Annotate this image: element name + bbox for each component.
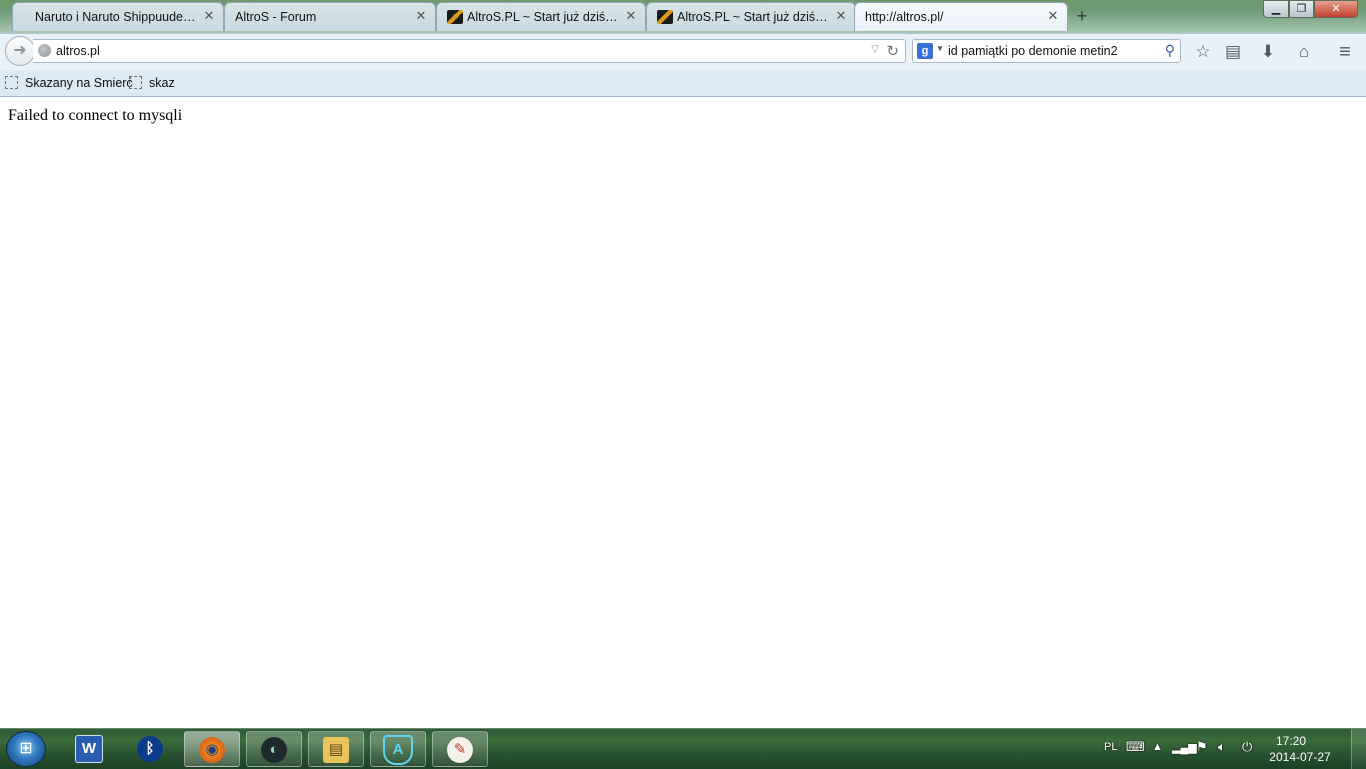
media-player-icon: ◐ xyxy=(261,737,287,764)
bookmark-skazany[interactable]: Skazany na Smierć xyxy=(5,76,133,92)
power-plug-icon[interactable]: ⏻ xyxy=(1242,739,1252,755)
taskbar-shield-button[interactable]: A xyxy=(370,731,426,767)
bluetooth-icon: ᛒ xyxy=(137,736,163,763)
network-signal-icon[interactable]: ▂▄▆ xyxy=(1172,741,1197,754)
taskbar-media-button[interactable]: ◐ xyxy=(246,731,302,767)
navigation-toolbar: ➜ altros.pl ▽ ↻ g ▼ id pamiątki po demon… xyxy=(0,33,1366,70)
engine-dropdown-icon[interactable]: ▼ xyxy=(936,44,944,53)
page-content: Failed to connect to mysqli xyxy=(0,97,1366,728)
tab-naruto[interactable]: Naruto i Naruto Shippuuden - ... ✕ xyxy=(12,2,224,31)
google-search-engine-icon[interactable]: g xyxy=(917,43,933,59)
bookmarks-toolbar: Skazany na Smierć skaz xyxy=(0,70,1366,97)
clock-date[interactable]: 2014-07-27 xyxy=(1260,750,1340,764)
altros-favicon-icon xyxy=(657,10,673,24)
tab-title: http://altros.pl/ xyxy=(865,10,944,24)
back-arrow-icon: ➜ xyxy=(13,42,27,59)
firefox-icon: ◉ xyxy=(199,737,225,764)
close-window-button[interactable]: ✕ xyxy=(1314,0,1358,18)
search-bar[interactable]: g ▼ id pamiątki po demonie metin2 ⚲ xyxy=(912,39,1181,63)
folder-icon: ▤ xyxy=(323,737,349,764)
home-icon[interactable]: ⌂ xyxy=(1293,41,1315,63)
tab-title: AltroS.PL ~ Start już dziś o ... xyxy=(677,10,829,24)
system-tray: PL ⌨ ▲ ▂▄▆ ⚑ 🔈︎ ⏻ 17:20 2014-07-27 xyxy=(1096,729,1366,769)
start-button[interactable]: ⊞ xyxy=(6,731,46,767)
minimize-button[interactable]: ▁ xyxy=(1263,0,1289,18)
tab-altros-start-1[interactable]: AltroS.PL ~ Start już dziś o ... ✕ xyxy=(436,2,646,31)
bookmark-page-icon xyxy=(129,76,142,89)
bookmark-star-icon[interactable]: ☆ xyxy=(1192,41,1214,63)
window-controls: ▁ ❐ ✕ xyxy=(1263,0,1358,18)
windows-logo-icon: ⊞ xyxy=(19,740,33,757)
taskbar-firefox-button[interactable]: ◉ xyxy=(184,731,240,767)
globe-icon xyxy=(38,44,51,57)
tab-title: AltroS - Forum xyxy=(235,10,317,24)
menu-hamburger-icon[interactable]: ≡ xyxy=(1334,41,1356,63)
show-desktop-button[interactable] xyxy=(1351,729,1366,769)
taskbar-explorer-button[interactable]: ▤ xyxy=(308,731,364,767)
bookmark-label: skaz xyxy=(149,76,175,90)
taskbar-bluetooth-button[interactable]: ᛒ xyxy=(122,731,178,767)
back-button[interactable]: ➜ xyxy=(5,36,35,66)
search-magnifier-icon[interactable]: ⚲ xyxy=(1165,42,1175,59)
bookmark-label: Skazany na Smierć xyxy=(25,76,133,90)
bookmark-page-icon xyxy=(5,76,18,89)
tab-strip: Naruto i Naruto Shippuuden - ... ✕ Altro… xyxy=(0,0,1366,33)
address-bar[interactable]: altros.pl ▽ ↻ xyxy=(33,39,906,63)
shield-icon: A xyxy=(383,735,413,766)
altros-favicon-icon xyxy=(447,10,463,24)
reload-icon[interactable]: ↻ xyxy=(886,42,899,60)
clock-time[interactable]: 17:20 xyxy=(1256,734,1326,748)
tab-close-icon[interactable]: ✕ xyxy=(835,9,847,22)
search-input[interactable]: id pamiątki po demonie metin2 xyxy=(948,44,1118,58)
volume-icon[interactable]: 🔈︎ xyxy=(1218,739,1226,755)
language-indicator[interactable]: PL xyxy=(1104,741,1117,753)
tab-title: AltroS.PL ~ Start już dziś o ... xyxy=(467,10,619,24)
keyboard-icon[interactable]: ⌨ xyxy=(1126,739,1145,755)
tab-close-icon[interactable]: ✕ xyxy=(415,9,427,22)
history-dropdown-icon[interactable]: ▽ xyxy=(871,44,879,55)
bookmarks-menu-icon[interactable]: ▤ xyxy=(1222,41,1244,63)
taskbar-word-button[interactable]: W xyxy=(61,731,117,767)
show-hidden-icons-icon[interactable]: ▲ xyxy=(1152,741,1163,753)
paint-palette-icon: ✎ xyxy=(447,737,473,764)
taskbar-paint-button[interactable]: ✎ xyxy=(432,731,488,767)
error-message: Failed to connect to mysqli xyxy=(8,107,183,124)
tab-close-icon[interactable]: ✕ xyxy=(625,9,637,22)
browser-window: Naruto i Naruto Shippuuden - ... ✕ Altro… xyxy=(0,0,1366,728)
tab-altros-start-2[interactable]: AltroS.PL ~ Start już dziś o ... ✕ xyxy=(646,2,856,31)
maximize-button[interactable]: ❐ xyxy=(1289,0,1314,18)
new-tab-button[interactable]: + xyxy=(1072,6,1092,26)
action-center-flag-icon[interactable]: ⚑ xyxy=(1196,739,1208,755)
tab-close-icon[interactable]: ✕ xyxy=(1047,9,1059,22)
bookmark-skaz[interactable]: skaz xyxy=(129,76,175,92)
tab-title: Naruto i Naruto Shippuuden - ... xyxy=(35,10,197,24)
url-text[interactable]: altros.pl xyxy=(56,44,100,58)
tab-altros-active[interactable]: http://altros.pl/ ✕ xyxy=(854,2,1068,31)
taskbar: ⊞ W ᛒ ◉ ◐ ▤ A ✎ PL ⌨ ▲ ▂▄▆ ⚑ 🔈︎ ⏻ 17:20 … xyxy=(0,728,1366,769)
word-icon: W xyxy=(75,735,103,764)
tab-close-icon[interactable]: ✕ xyxy=(203,9,215,22)
downloads-icon[interactable]: ⬇ xyxy=(1257,41,1279,63)
tab-altros-forum[interactable]: AltroS - Forum ✕ xyxy=(224,2,436,31)
